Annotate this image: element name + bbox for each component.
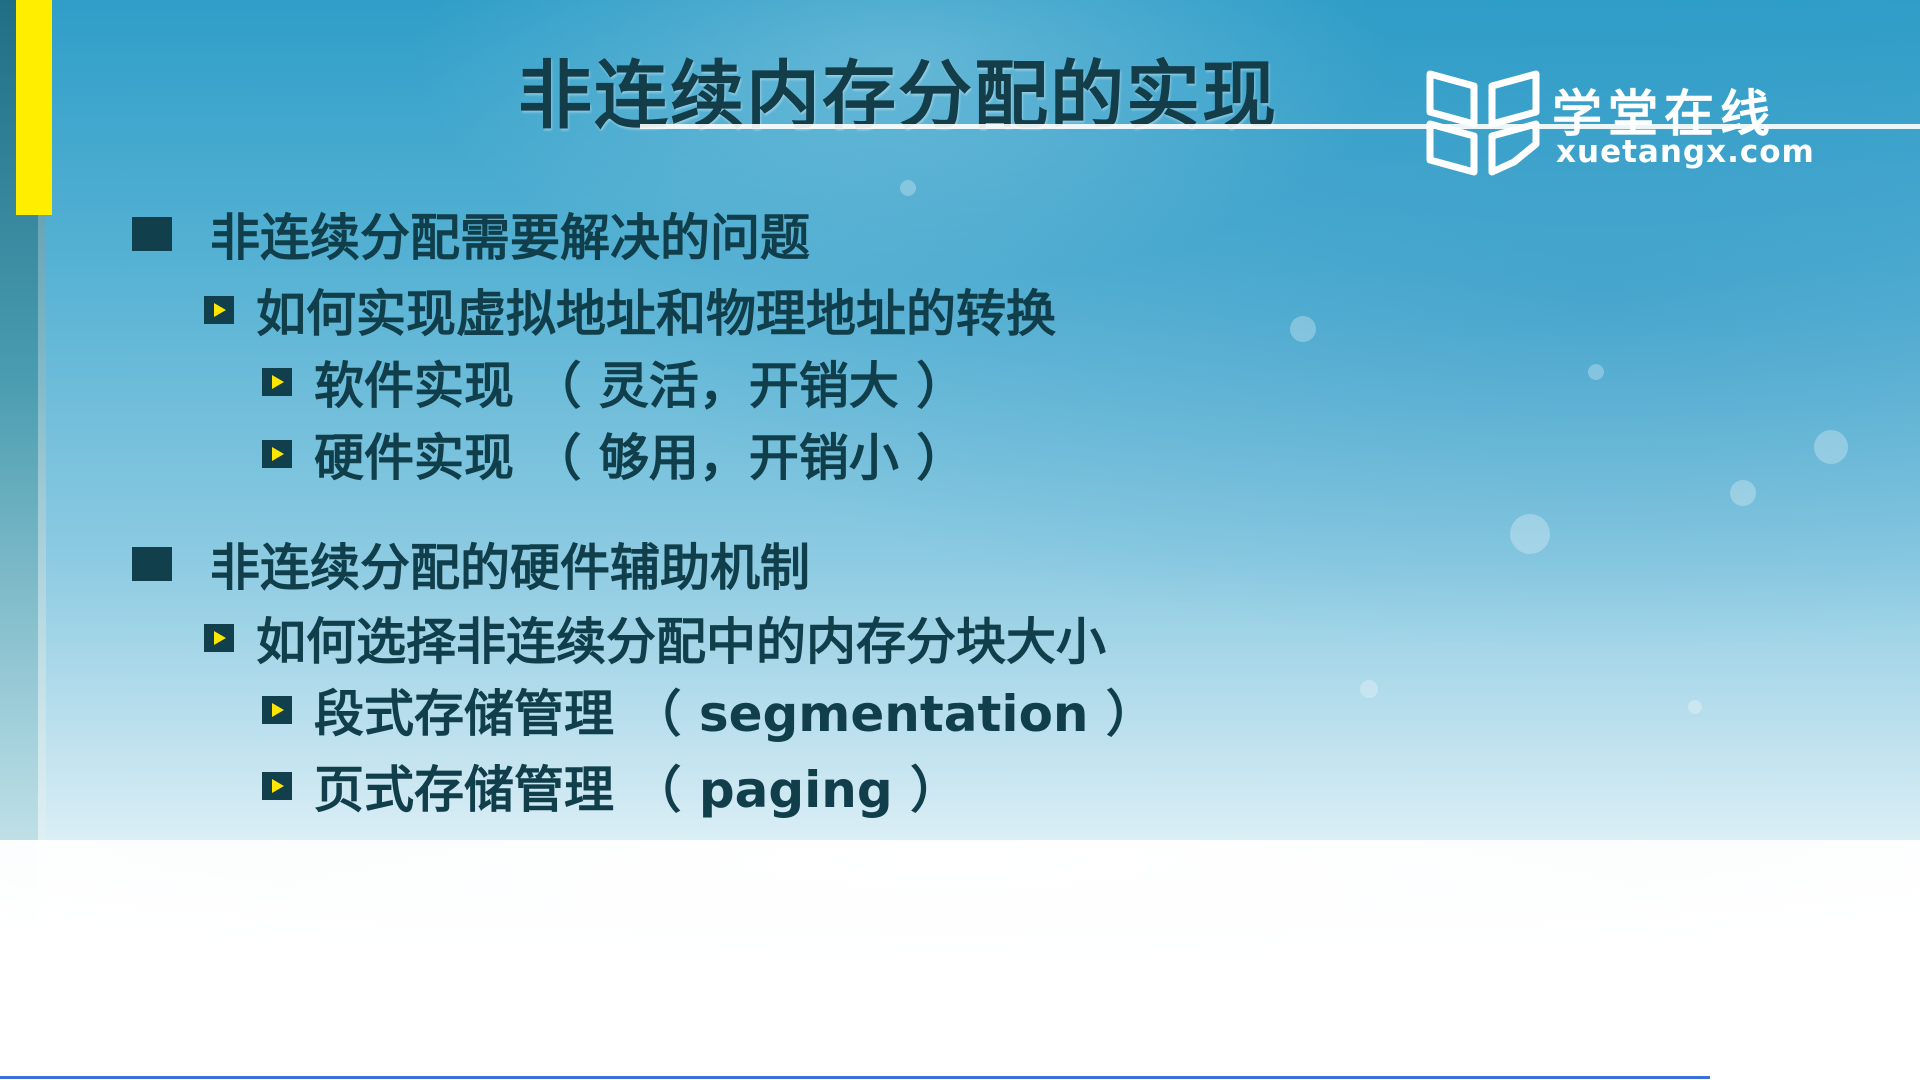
sub-point-text: 如何实现虚拟地址和物理地址的转换 [256, 285, 1056, 343]
square-bullet-icon [132, 217, 172, 251]
detail-point-text: 硬件实现 （ 够用，开销小 ） [314, 429, 967, 487]
arrow-bullet-icon [262, 368, 292, 396]
sub-point: 如何实现虚拟地址和物理地址的转换 [204, 274, 1056, 346]
detail-point: 页式存储管理 （ paging ） [262, 750, 960, 822]
detail-point: 段式存储管理 （ segmentation ） [262, 674, 1156, 746]
arrow-bullet-icon [204, 624, 234, 652]
open-book-logo-icon [1426, 70, 1540, 176]
section-heading: 非连续分配需要解决的问题 [132, 198, 810, 270]
white-floor-band [0, 840, 1920, 1080]
sub-point: 如何选择非连续分配中的内存分块大小 [204, 602, 1106, 674]
decorative-bubble [1814, 430, 1848, 464]
decorative-bubble [1688, 700, 1702, 714]
bottom-progress-line [0, 1076, 1710, 1079]
section-heading-text: 非连续分配的硬件辅助机制 [210, 539, 810, 597]
decorative-bubble [1510, 514, 1550, 554]
section-heading-text: 非连续分配需要解决的问题 [210, 209, 810, 267]
arrow-bullet-icon [262, 696, 292, 724]
decorative-bubble [1360, 680, 1378, 698]
decorative-bubble [1588, 364, 1604, 380]
detail-point-text: 段式存储管理 （ segmentation ） [314, 685, 1156, 743]
section-heading: 非连续分配的硬件辅助机制 [132, 528, 810, 600]
arrow-bullet-icon [262, 772, 292, 800]
detail-point-text: 页式存储管理 （ paging ） [314, 761, 961, 819]
sub-point-text: 如何选择非连续分配中的内存分块大小 [256, 613, 1106, 671]
decorative-bubble [900, 180, 916, 196]
detail-point: 硬件实现 （ 够用，开销小 ） [262, 418, 966, 490]
yellow-accent-bar [16, 0, 52, 215]
detail-point-text: 软件实现 （ 灵活，开销大 ） [314, 357, 967, 415]
square-bullet-icon [132, 547, 172, 581]
slide: 非连续内存分配的实现 学堂在线 xuetangx.com 非连续分配需要解决的问… [0, 0, 1920, 1080]
decorative-bubble [1290, 316, 1316, 342]
detail-point: 软件实现 （ 灵活，开销大 ） [262, 346, 966, 418]
decorative-bubble [1730, 480, 1756, 506]
arrow-bullet-icon [262, 440, 292, 468]
brand-name-en: xuetangx.com [1556, 134, 1815, 170]
arrow-bullet-icon [204, 296, 234, 324]
